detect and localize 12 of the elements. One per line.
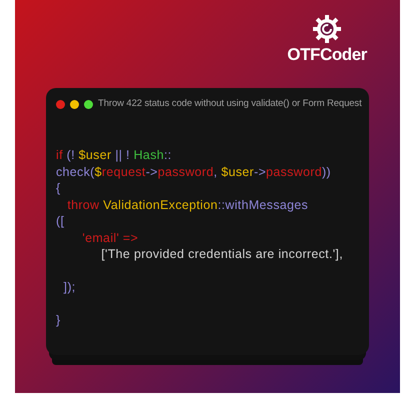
- code-line: if (! $user || ! Hash::: [56, 147, 173, 164]
- code-line: ]);: [62, 279, 77, 296]
- window-title: Throw 422 status code without using validate() or Form Request: [98, 97, 362, 111]
- gear-logo-icon: [312, 14, 342, 44]
- code-line: }: [56, 312, 62, 329]
- code-line: ([: [56, 213, 66, 230]
- code-line: {: [56, 180, 62, 197]
- code-line: check($request->password, $user->password)): [56, 164, 332, 180]
- code-line: ['The provided credentials are incorrect.'],: [100, 246, 344, 263]
- code-line: 'email' =>: [81, 230, 140, 246]
- code-line: throw ValidationException::withMessages: [66, 196, 310, 214]
- logo-text: OTFCoder: [287, 46, 367, 63]
